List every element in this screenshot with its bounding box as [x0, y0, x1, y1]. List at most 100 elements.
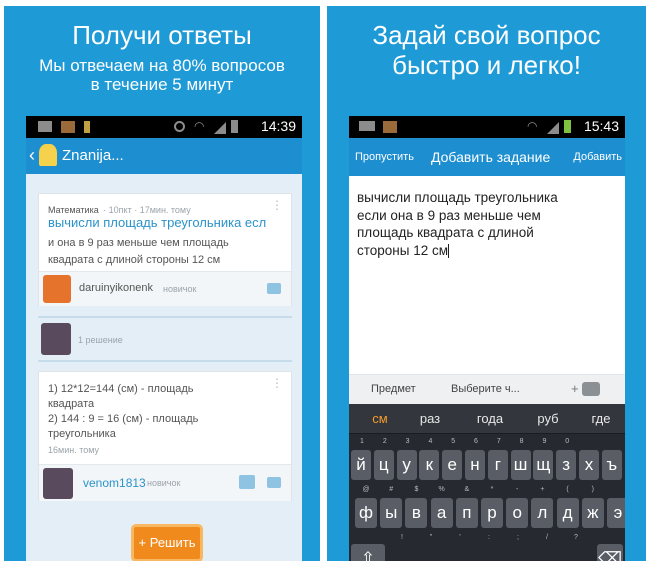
key-row1-11[interactable]: ъ: [601, 450, 622, 480]
question-text-line-2: если она в 9 раз меньше чем: [357, 207, 541, 223]
key-row1-3[interactable]: к: [419, 450, 440, 480]
suggestion-0[interactable]: см: [357, 404, 403, 434]
comment-icon[interactable]: [267, 477, 281, 488]
skip-button[interactable]: Пропустить: [355, 151, 414, 163]
alarm-icon: [174, 121, 185, 132]
suggestion-4[interactable]: где: [581, 404, 621, 434]
right-phone-screen: ◠ 15:43 Пропустить Добавить задание Доба…: [349, 116, 625, 561]
key-row1-5[interactable]: н: [465, 450, 485, 480]
question-textarea[interactable]: вычисли площадь треугольника если она в …: [357, 189, 619, 259]
key-row1-1[interactable]: ц: [373, 450, 394, 480]
more-vertical-icon[interactable]: ⋮: [271, 376, 283, 390]
key-row1-2[interactable]: у: [396, 450, 417, 480]
key-row2-4[interactable]: п: [455, 498, 478, 528]
more-vertical-icon[interactable]: ⋮: [271, 198, 283, 212]
key-number-hint-4: 5: [451, 438, 456, 445]
right-headline-1: Задай свой вопрос: [372, 20, 601, 50]
thumbs-up-icon[interactable]: [239, 475, 255, 489]
suggestion-1[interactable]: раз: [407, 404, 453, 434]
subject-label: Предмет: [371, 383, 416, 395]
left-subtitle-1: Мы отвечаем на 80% вопросов: [39, 56, 285, 75]
key-row2-7[interactable]: л: [531, 498, 554, 528]
status-bar: ◠ 14:39: [26, 116, 302, 138]
comment-icon[interactable]: [267, 283, 281, 294]
camera-icon[interactable]: [582, 382, 600, 396]
question-author-rank: новичок: [163, 284, 197, 294]
store-icon: [383, 121, 397, 133]
question-subject: Математика: [48, 205, 99, 215]
shift-key[interactable]: ⇧: [351, 544, 385, 561]
key-row1-7[interactable]: ш: [510, 450, 531, 480]
question-text-line-1: вычисли площадь треугольника: [357, 190, 558, 205]
keyboard-row-3: ⇧ ⌫ ! " ':; /?: [349, 534, 625, 561]
avatar[interactable]: [41, 323, 71, 355]
app-logo-icon[interactable]: [39, 144, 57, 166]
answer-author-row: venom1813 новичок: [39, 464, 291, 501]
backspace-key[interactable]: ⌫: [597, 544, 623, 561]
gallery-icon: [38, 121, 52, 132]
key-number-hint-8: 9: [542, 438, 547, 445]
key-row1-6[interactable]: г: [487, 450, 508, 480]
signal-icon: [547, 122, 559, 134]
key-row2-1[interactable]: ы: [380, 498, 403, 528]
key-row1-8[interactable]: щ: [533, 450, 554, 480]
key-row2-3[interactable]: а: [430, 498, 453, 528]
battery-icon: [231, 120, 238, 133]
right-promo-panel: Задай свой вопрос быстро и легко! ◠ 15:4…: [327, 6, 646, 561]
answer-author-name[interactable]: venom1813: [83, 476, 146, 490]
question-author-name[interactable]: daruinyikonenk: [79, 282, 153, 294]
key-row1-10[interactable]: х: [579, 450, 599, 480]
key-row2-2[interactable]: в: [405, 498, 428, 528]
key-row3-hint-3: :: [488, 534, 490, 541]
answer-time: 16мин. тому: [48, 445, 100, 455]
app-action-bar: Пропустить Добавить задание Добавить: [349, 138, 625, 176]
key-row1-0[interactable]: й: [351, 450, 371, 480]
key-row1-9[interactable]: з: [556, 450, 577, 480]
back-chevron-icon[interactable]: ‹: [29, 145, 35, 166]
key-symbol-hint-10: [607, 486, 625, 496]
key-row2-0[interactable]: ф: [355, 498, 377, 528]
key-number-hint-2: 3: [405, 438, 410, 445]
question-text-line-4: стороны 12 см: [357, 242, 449, 258]
answer-line-3: 2) 144 : 9 = 16 (см) - площадь: [48, 413, 199, 425]
key-number-hint-5: 6: [474, 438, 478, 445]
answer-card[interactable]: ⋮ 1) 12*12=144 (см) - площадь квадрата 2…: [38, 371, 292, 501]
store-icon: [61, 121, 75, 133]
signal-icon: [214, 122, 226, 134]
add-photo-plus[interactable]: +: [571, 381, 579, 396]
app-title: Znanija...: [62, 147, 124, 164]
key-row2-5[interactable]: р: [481, 498, 503, 528]
add-button[interactable]: Добавить: [573, 151, 622, 163]
key-row3-hint-6: ?: [574, 534, 578, 541]
wifi-icon: ◠: [527, 119, 538, 133]
answer-line-4: треугольника: [48, 428, 116, 440]
text-cursor: [448, 243, 450, 258]
answer-author-rank: новичок: [147, 478, 181, 488]
suggestion-3[interactable]: руб: [525, 404, 571, 434]
suggestion-2[interactable]: года: [465, 404, 515, 434]
key-row2-9[interactable]: ж: [581, 498, 604, 528]
key-symbol-hint-2: $: [414, 486, 419, 493]
key-row2-8[interactable]: д: [556, 498, 579, 528]
avatar[interactable]: [43, 275, 71, 303]
subject-select[interactable]: Выберите ч...: [451, 383, 520, 395]
key-number-hint-0: 1: [360, 438, 364, 445]
solve-button[interactable]: + Решить: [131, 524, 203, 561]
question-author-row: daruinyikonenk новичок: [39, 271, 291, 306]
app-action-bar: ‹ Znanija...: [26, 138, 302, 174]
key-symbol-hint-7: +: [540, 486, 545, 493]
key-row3-hint-4: ;: [517, 534, 519, 541]
key-number-hint-1: 2: [382, 438, 387, 445]
key-row2-10[interactable]: э: [607, 498, 625, 528]
key-number-hint-7: 8: [519, 438, 524, 445]
avatar[interactable]: [43, 468, 73, 499]
key-row2-6[interactable]: о: [506, 498, 529, 528]
key-symbol-hint-6: -: [516, 486, 519, 493]
solutions-count: 1 решение: [78, 335, 123, 345]
key-row1-4[interactable]: е: [442, 450, 463, 480]
status-bar: ◠ 15:43: [349, 116, 625, 138]
right-headline-2: быстро и легко!: [392, 50, 581, 80]
question-card[interactable]: Математика · 10пкт · 17мин. тому ⋮ вычис…: [38, 193, 292, 306]
question-title[interactable]: вычисли площадь треугольника есл: [48, 215, 266, 230]
status-time: 15:43: [583, 118, 619, 134]
